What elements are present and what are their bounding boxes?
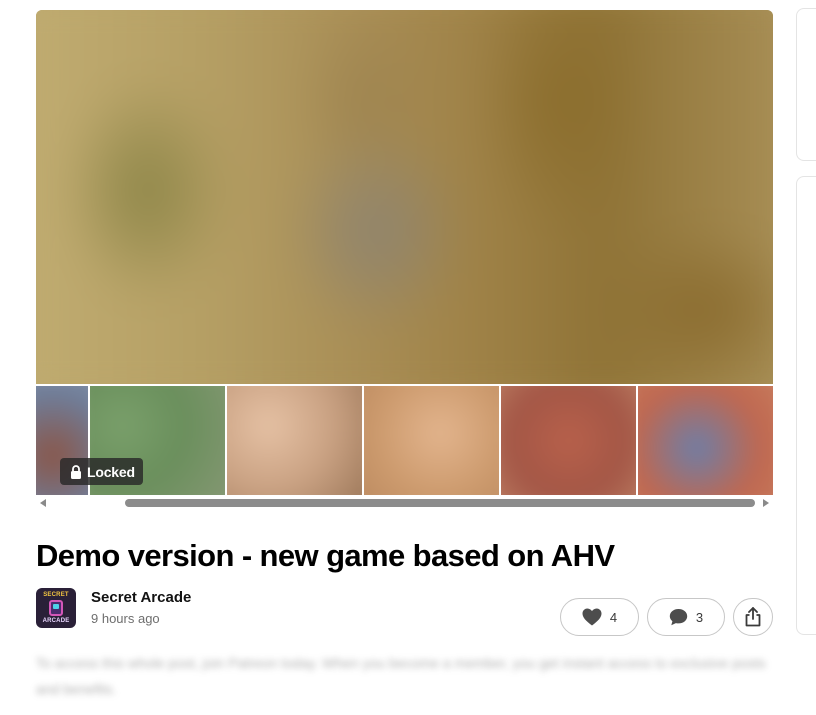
heart-icon — [582, 608, 602, 626]
scrollbar-thumb[interactable] — [125, 499, 755, 507]
thumbnail[interactable] — [364, 386, 499, 495]
like-count: 4 — [609, 609, 618, 625]
arcade-cabinet-icon — [49, 600, 63, 616]
share-icon — [745, 607, 761, 627]
thumbnail[interactable] — [638, 386, 773, 495]
like-button[interactable]: 4 — [560, 598, 639, 636]
comment-count: 3 — [695, 609, 704, 625]
locked-label: Locked — [87, 463, 135, 480]
post-timestamp[interactable]: 9 hours ago — [91, 611, 160, 626]
thumbnail[interactable] — [501, 386, 636, 495]
blurred-post-teaser: To access this whole post, join Patreon … — [36, 655, 766, 697]
thumbnail-strip — [36, 386, 773, 495]
avatar-text-bottom: ARCADE — [42, 618, 70, 624]
post-hero-image[interactable] — [36, 10, 773, 384]
avatar[interactable]: SECRET ARCADE — [36, 588, 76, 628]
creator-name[interactable]: Secret Arcade — [91, 589, 191, 606]
locked-badge: Locked — [60, 458, 143, 485]
hero-blurred-preview — [36, 10, 773, 384]
thumbnail-scrollbar[interactable] — [36, 497, 773, 509]
sidebar-card-bottom — [796, 176, 816, 635]
avatar-text-top: SECRET — [43, 592, 69, 598]
thumbnail[interactable] — [227, 386, 362, 495]
scroll-left-icon[interactable] — [40, 499, 46, 507]
scroll-right-icon[interactable] — [763, 499, 769, 507]
comment-icon — [669, 609, 688, 626]
sidebar-card-top — [796, 8, 816, 161]
post-title[interactable]: Demo version - new game based on AHV — [36, 538, 615, 574]
lock-icon — [71, 464, 81, 479]
post-meta-row: SECRET ARCADE Secret Arcade 9 hours ago … — [36, 588, 773, 638]
comment-button[interactable]: 3 — [647, 598, 725, 636]
share-button[interactable] — [733, 598, 773, 636]
